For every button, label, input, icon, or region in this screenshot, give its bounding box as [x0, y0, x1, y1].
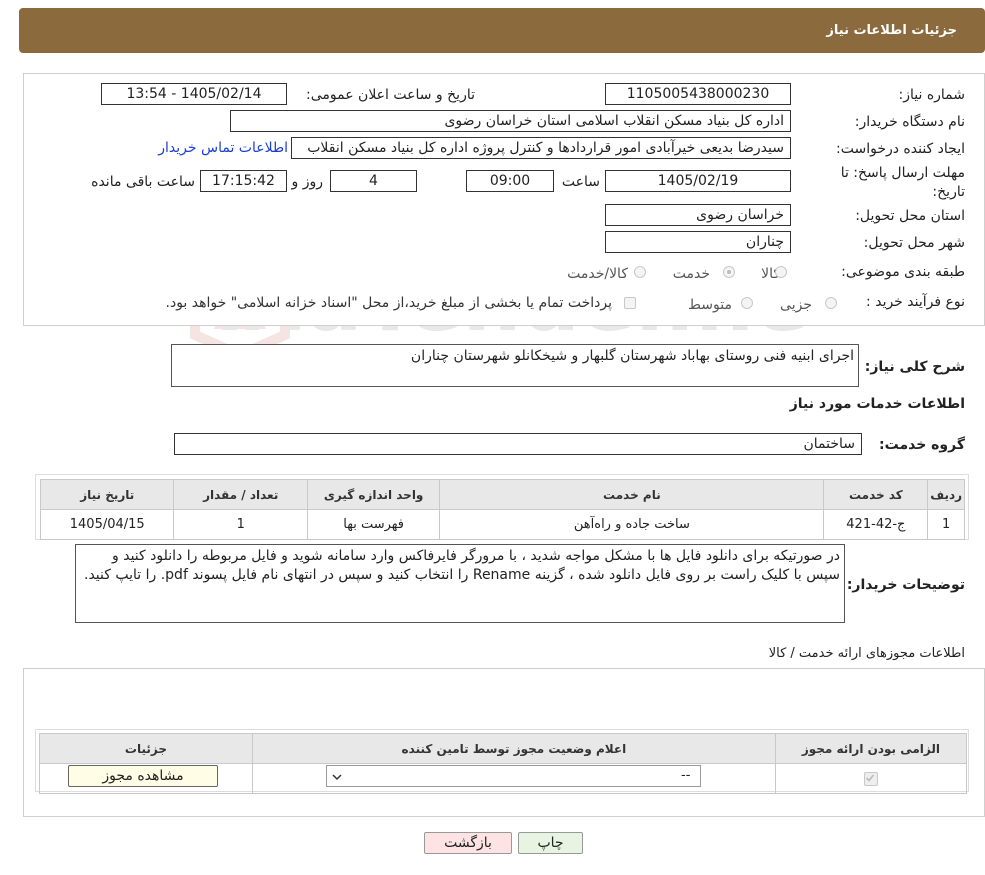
process-type-label: نوع فرآیند خرید : [866, 294, 965, 310]
deadline-label: مهلت ارسال پاسخ: تا تاریخ: [840, 165, 965, 200]
check-icon [865, 773, 875, 782]
page-header: جزئیات اطلاعات نیاز [19, 8, 985, 53]
announce-date-label: تاریخ و ساعت اعلان عمومی: [306, 87, 475, 103]
category-goods-radio[interactable] [775, 266, 787, 278]
buyer-org-label: نام دستگاه خریدار: [854, 114, 965, 130]
deadline-time-label: ساعت [561, 174, 600, 190]
city-field[interactable]: چناران [605, 231, 791, 253]
chevron-down-icon [332, 774, 342, 781]
col-quantity-header: تعداد / مقدار [173, 479, 308, 510]
cell-service-name: ساخت جاده و راه‌آهن [439, 509, 825, 540]
col-permit-required-header: الزامی بودن ارائه مجوز [774, 733, 968, 764]
days-remaining-field[interactable]: 4 [330, 170, 417, 192]
col-name-header: نام خدمت [439, 479, 825, 510]
announce-date-field[interactable]: 1405/02/14 - 13:54 [101, 83, 287, 105]
summary-label: شرح کلی نیاز: [864, 359, 965, 375]
services-section-title: اطلاعات خدمات مورد نیاز [789, 396, 965, 412]
cell-quantity: 1 [173, 509, 308, 540]
view-permit-button[interactable]: مشاهده مجوز [68, 765, 218, 787]
process-partial-radio[interactable] [825, 297, 837, 309]
print-button[interactable]: چاپ [518, 832, 583, 854]
col-unit-header: واحد اندازه گیری [306, 479, 441, 510]
col-code-header: کد خدمت [823, 479, 929, 510]
cell-permit-required [774, 763, 968, 794]
col-date-header: تاریخ نیاز [39, 479, 175, 510]
cell-service-code: ج-42-421 [823, 509, 929, 540]
category-service-radio[interactable] [723, 266, 735, 278]
process-option-medium: متوسط [688, 297, 732, 313]
city-label: شهر محل تحویل: [863, 235, 965, 251]
category-label: طبقه بندی موضوعی: [841, 264, 965, 280]
permit-status-select[interactable]: -- [326, 765, 701, 787]
process-option-partial: جزیی [780, 297, 812, 313]
deadline-date-field[interactable]: 1405/02/19 [605, 170, 791, 192]
province-label: استان محل تحویل: [855, 208, 965, 224]
services-table-header: ردیف کد خدمت نام خدمت واحد اندازه گیری ت… [39, 479, 965, 510]
col-permit-status-header: اعلام وضعیت مجوز توسط تامین کننده [251, 733, 776, 764]
treasury-payment-note: پرداخت تمام یا بخشی از مبلغ خرید،از محل … [165, 295, 612, 311]
category-goods-service-radio[interactable] [634, 266, 646, 278]
request-creator-field[interactable]: سیدرضا بدیعی خیرآبادی امور قراردادها و ک… [291, 137, 791, 159]
table-row: 1 ج-42-421 ساخت جاده و راه‌آهن فهرست بها… [39, 509, 965, 540]
permit-required-checkbox[interactable] [863, 771, 878, 786]
back-button[interactable]: بازگشت [424, 832, 512, 854]
permits-section-title: اطلاعات مجوزهای ارائه خدمت / کالا [768, 646, 965, 661]
cell-unit: فهرست بها [306, 509, 441, 540]
days-label: روز و [291, 174, 324, 190]
deadline-time-field[interactable]: 09:00 [466, 170, 554, 192]
request-creator-label: ایجاد کننده درخواست: [836, 141, 965, 157]
buyer-contact-link[interactable]: اطلاعات تماس خریدار [158, 140, 288, 156]
col-permit-details-header: جزئیات [39, 733, 253, 764]
cell-row-number: 1 [927, 509, 965, 540]
treasury-payment-checkbox[interactable] [624, 297, 636, 309]
permits-table-header: الزامی بودن ارائه مجوز اعلام وضعیت مجوز … [39, 733, 968, 764]
cell-need-date: 1405/04/15 [39, 509, 175, 540]
remaining-time-field[interactable]: 17:15:42 [200, 170, 287, 192]
buyer-notes-textarea[interactable]: در صورتیکه برای دانلود فایل ها با مشکل م… [75, 544, 845, 623]
col-row-header: ردیف [927, 479, 965, 510]
permit-status-value: -- [681, 768, 691, 783]
service-group-field[interactable]: ساختمان [174, 433, 862, 455]
category-option-service: خدمت [672, 266, 710, 282]
service-group-label: گروه خدمت: [879, 437, 965, 453]
summary-textarea[interactable]: اجرای ابنیه فنی روستای بهاباد شهرستان گل… [171, 344, 859, 387]
need-number-field[interactable]: 1105005438000230 [605, 83, 791, 105]
remaining-time-label: ساعت باقی مانده [91, 174, 195, 190]
buyer-org-field[interactable]: اداره کل بنیاد مسکن انقلاب اسلامی استان … [230, 110, 791, 132]
need-number-label: شماره نیاز: [898, 87, 966, 103]
page-title: جزئیات اطلاعات نیاز [826, 23, 957, 38]
category-option-goods-service: کالا/خدمت [567, 266, 628, 282]
services-table: ردیف کد خدمت نام خدمت واحد اندازه گیری ت… [39, 479, 965, 540]
process-medium-radio[interactable] [741, 297, 753, 309]
province-field[interactable]: خراسان رضوی [605, 204, 791, 226]
buyer-notes-label: توضیحات خریدار: [846, 577, 965, 593]
